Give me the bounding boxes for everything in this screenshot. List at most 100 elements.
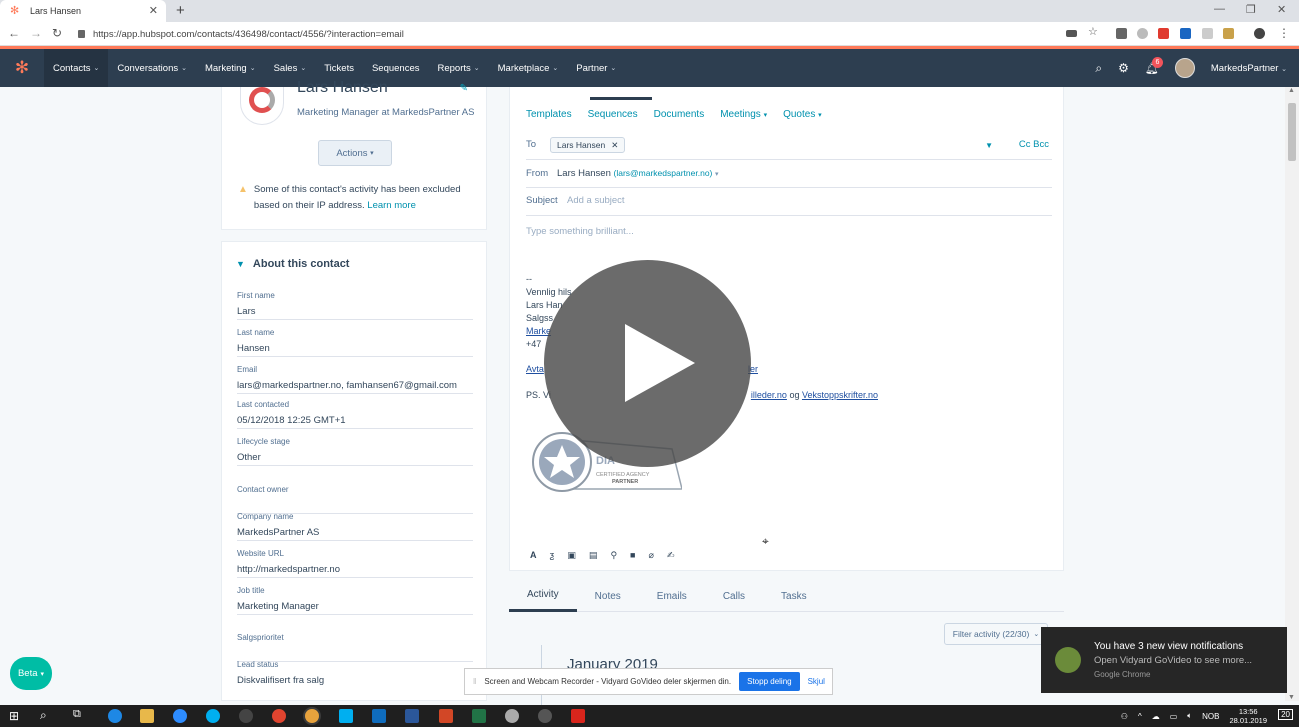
gear-icon[interactable]: ⚙	[1118, 61, 1129, 75]
task-view-icon[interactable]: ⧉	[73, 708, 81, 721]
search-icon[interactable]: ⌕	[1095, 61, 1102, 76]
account-menu[interactable]: MarkedsPartner ⌄	[1211, 63, 1287, 74]
scroll-up-icon[interactable]: ▲	[1288, 87, 1295, 94]
action-center-icon[interactable]: 20	[1278, 709, 1293, 720]
image-icon[interactable]: ▣	[567, 550, 576, 561]
beta-button[interactable]: Beta ▾	[10, 657, 52, 690]
close-window-icon[interactable]: ✕	[1277, 3, 1286, 16]
outlook-icon[interactable]	[372, 709, 386, 723]
forward-icon[interactable]: →	[30, 26, 42, 40]
subject-input[interactable]: Add a subject	[567, 195, 625, 206]
edge-icon[interactable]	[108, 709, 122, 723]
close-tab-icon[interactable]: ✕	[149, 4, 158, 17]
hubspot-logo-icon[interactable]: ✻	[0, 49, 44, 87]
templates-link[interactable]: Templates	[526, 109, 572, 120]
nav-conversations[interactable]: Conversations ⌄	[108, 49, 196, 87]
attachment-icon[interactable]: ⌀	[648, 550, 653, 561]
ps-link-2[interactable]: Vekstoppskrifter.no	[802, 390, 878, 400]
email-body-input[interactable]: Type something brilliant...	[526, 226, 634, 237]
menu-kebab-icon[interactable]: ⋮	[1278, 26, 1290, 40]
edit-pencil-icon[interactable]: ✎	[460, 83, 468, 94]
learn-more-link[interactable]: Learn more	[367, 200, 416, 211]
file-explorer-icon[interactable]	[140, 709, 154, 723]
skype-icon[interactable]	[206, 709, 220, 723]
extension-icon[interactable]	[1116, 28, 1127, 39]
actions-button[interactable]: Actions ▾	[318, 140, 392, 166]
extension-icon[interactable]	[1137, 28, 1148, 39]
reload-icon[interactable]: ↻	[52, 26, 62, 40]
nav-marketing[interactable]: Marketing ⌄	[196, 49, 265, 87]
search-icon[interactable]: ⌕	[40, 708, 47, 723]
network-icon[interactable]: ▭	[1170, 712, 1178, 721]
chrome-notification[interactable]: You have 3 new view notifications Open V…	[1041, 627, 1287, 693]
cc-bcc-link[interactable]: Cc Bcc	[1019, 139, 1049, 150]
extension-icon[interactable]	[1180, 28, 1191, 39]
restore-icon[interactable]: ❐	[1246, 3, 1256, 16]
clock[interactable]: 13:56 28.01.2019	[1229, 707, 1267, 725]
new-tab-icon[interactable]: +	[176, 2, 185, 19]
documents-link[interactable]: Documents	[654, 109, 705, 120]
extension-icon[interactable]	[1202, 28, 1213, 39]
personalize-icon[interactable]: ƺ	[550, 550, 555, 561]
extension-icon[interactable]	[1223, 28, 1234, 39]
extension-icon[interactable]	[1158, 28, 1169, 39]
zoom-icon[interactable]	[173, 709, 187, 723]
stop-sharing-button[interactable]: Stopp deling	[739, 672, 800, 691]
people-icon[interactable]: ⚇	[1121, 712, 1128, 721]
star-icon[interactable]: ☆	[1088, 25, 1099, 38]
app-icon[interactable]	[272, 709, 286, 723]
app-icon[interactable]	[538, 709, 552, 723]
property-last-name[interactable]: Last name Hansen	[237, 327, 473, 357]
chevron-up-icon[interactable]: ^	[1138, 712, 1142, 721]
word-icon[interactable]	[405, 709, 419, 723]
language-indicator[interactable]: NOB	[1202, 712, 1219, 721]
app-icon[interactable]	[239, 709, 253, 723]
minimize-icon[interactable]: —	[1214, 3, 1225, 15]
tab-activity[interactable]: Activity	[509, 580, 577, 612]
property-lead-status[interactable]: Lead status Diskvalifisert fra salg	[237, 659, 473, 688]
sequences-link[interactable]: Sequences	[588, 109, 638, 120]
tab-notes[interactable]: Notes	[577, 580, 639, 612]
back-icon[interactable]: ←	[8, 26, 20, 40]
property-company-name[interactable]: Company name MarkedsPartner AS	[237, 511, 473, 541]
about-contact-toggle[interactable]: ▼ About this contact	[236, 258, 349, 270]
scroll-down-icon[interactable]: ▼	[1288, 694, 1295, 701]
onedrive-icon[interactable]: ☁	[1152, 712, 1160, 721]
property-salgsprioritet[interactable]: Salgsprioritet	[237, 632, 473, 662]
tab-tasks[interactable]: Tasks	[763, 580, 825, 612]
filter-activity-button[interactable]: Filter activity (22/30) ⌄	[944, 623, 1048, 645]
meetings-dropdown[interactable]: Meetings ▾	[720, 109, 767, 120]
from-select[interactable]: Lars Hansen (lars@markedspartner.no) ▾	[557, 168, 719, 179]
app-icon[interactable]	[505, 709, 519, 723]
windows-start-icon[interactable]: ⊞	[9, 709, 19, 723]
video-icon[interactable]: ■	[630, 550, 635, 561]
property-email[interactable]: Email lars@markedspartner.no, famhansen67…	[237, 364, 473, 394]
property-contact-owner[interactable]: Contact owner	[237, 484, 473, 514]
chrome-icon[interactable]	[305, 709, 319, 723]
nav-reports[interactable]: Reports ⌄	[429, 49, 489, 87]
camera-icon[interactable]	[1066, 30, 1077, 37]
recipient-chip[interactable]: Lars Hansen ✕	[550, 137, 626, 153]
location-icon[interactable]: ⚲	[610, 550, 617, 561]
bell-icon[interactable]: 🔔︎ 6	[1145, 56, 1163, 75]
snippet-icon[interactable]: ▤	[589, 550, 598, 561]
quotes-dropdown[interactable]: Quotes ▾	[783, 109, 822, 120]
tab-emails[interactable]: Emails	[639, 580, 705, 612]
property-lifecycle-stage[interactable]: Lifecycle stage Other	[237, 436, 473, 466]
video-play-button[interactable]	[544, 260, 751, 467]
remove-recipient-icon[interactable]: ✕	[611, 140, 618, 151]
signature-icon[interactable]: ✍	[667, 550, 675, 561]
skype-business-icon[interactable]	[339, 709, 353, 723]
nav-partner[interactable]: Partner ⌄	[567, 49, 625, 87]
tab-calls[interactable]: Calls	[705, 580, 763, 612]
text-format-icon[interactable]: A	[530, 550, 537, 561]
nav-contacts[interactable]: Contacts ⌄	[44, 49, 109, 87]
drag-handle-icon[interactable]: ‖	[473, 677, 476, 686]
property-website-url[interactable]: Website URL http://markedspartner.no	[237, 548, 473, 578]
profile-icon[interactable]	[1254, 28, 1265, 39]
recipient-dropdown-icon[interactable]: ▼	[985, 141, 993, 150]
avatar[interactable]	[1174, 58, 1195, 78]
excel-icon[interactable]	[472, 709, 486, 723]
powerpoint-icon[interactable]	[439, 709, 453, 723]
signature-booking-link[interactable]: Avta	[526, 364, 544, 374]
